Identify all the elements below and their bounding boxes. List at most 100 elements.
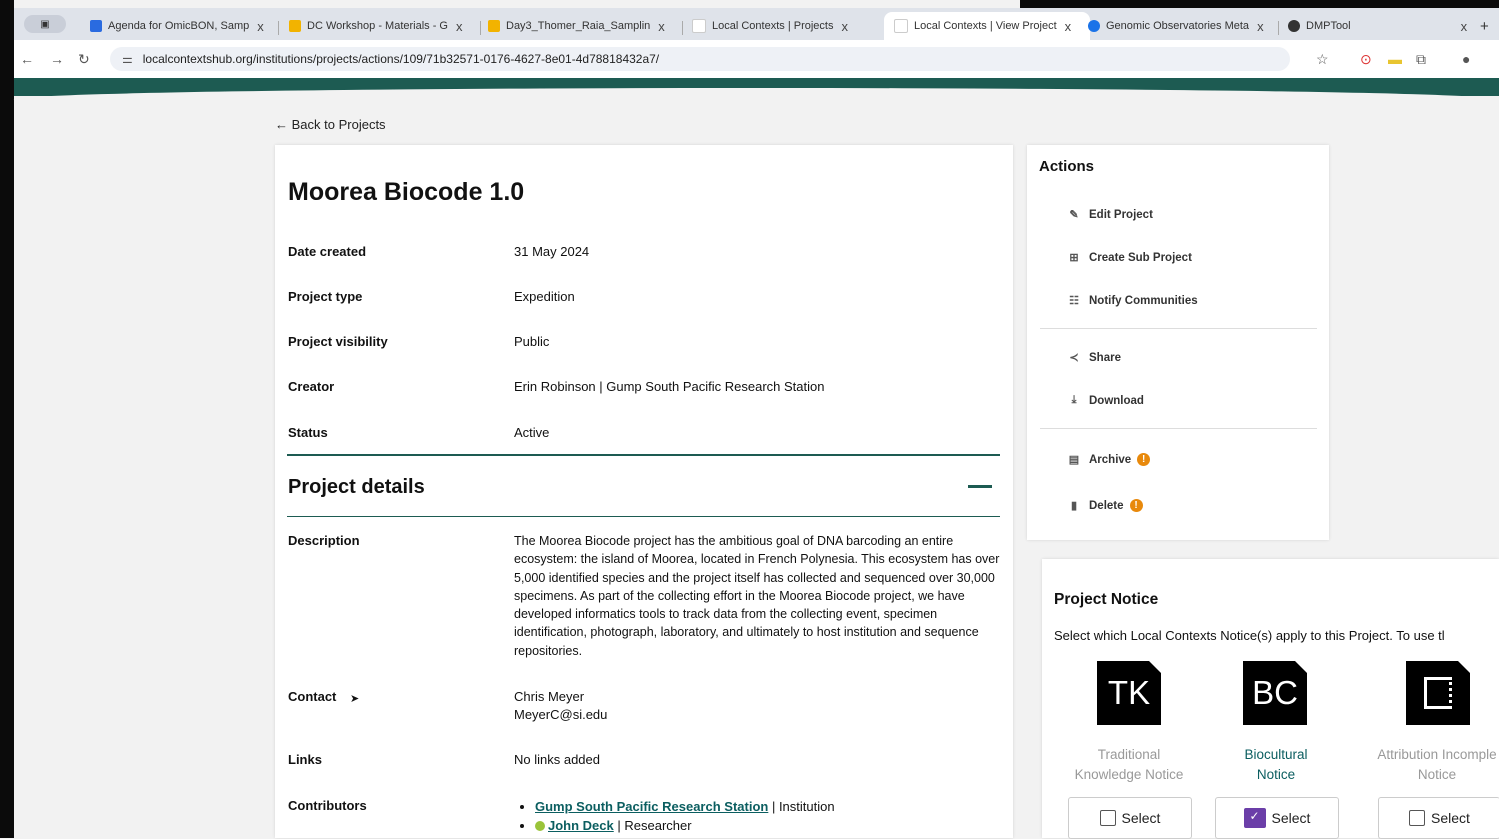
users-icon: ☷ — [1069, 295, 1079, 307]
site-info-icon[interactable]: ⚌ — [122, 52, 133, 66]
notice-subtitle: Select which Local Contexts Notice(s) ap… — [1054, 628, 1445, 643]
collapse-icon[interactable] — [968, 485, 992, 488]
screen-border — [0, 0, 14, 838]
notice-label: Traditional Knowledge Notice — [1074, 747, 1184, 782]
drive-icon — [289, 20, 301, 32]
close-icon[interactable]: x — [1257, 19, 1264, 34]
close-icon[interactable]: x — [658, 19, 665, 34]
tk-notice-icon: TK — [1097, 661, 1161, 725]
forward-arrow-icon[interactable]: → — [50, 51, 64, 67]
close-icon[interactable]: x — [257, 19, 264, 34]
notice-label: Attribution Incomple Notice — [1377, 747, 1497, 782]
contributors-list: Gump South Pacific Research Station | In… — [535, 797, 835, 835]
checkbox[interactable] — [1099, 810, 1116, 826]
field-label: Project visibility — [288, 334, 388, 349]
select-attribution-button[interactable]: Select — [1378, 797, 1499, 839]
description-label: Description — [288, 533, 360, 548]
field-value: 31 May 2024 — [514, 244, 590, 259]
project-title: Moorea Biocode 1.0 — [288, 178, 525, 206]
description-text: The Moorea Biocode project has the ambit… — [514, 534, 1000, 658]
field-label: Date created — [288, 244, 367, 259]
attribution-glyph — [1424, 677, 1452, 709]
trash-icon: ▮ — [1070, 500, 1078, 512]
select-bc-button[interactable]: ✓ Select — [1215, 797, 1339, 839]
close-icon[interactable]: x — [1461, 19, 1468, 34]
select-tk-button[interactable]: Select — [1068, 797, 1192, 839]
close-icon[interactable]: x — [456, 19, 463, 34]
slides-icon — [488, 20, 500, 32]
warning-icon: ! — [1137, 453, 1151, 466]
tab-day3[interactable]: Day3_Thomer_Raia_Samplin x — [488, 14, 678, 38]
create-sub-project-action[interactable]: ⊞ Create Sub Project — [1067, 251, 1192, 265]
checkbox-checked-icon[interactable]: ✓ — [1243, 808, 1266, 828]
tab-genomic[interactable]: Genomic Observatories Meta x — [1088, 14, 1268, 38]
screen-border-top — [1020, 0, 1499, 8]
attribution-notice-icon — [1406, 661, 1470, 725]
browser-toolbar: ← → ↻ ⚌ localcontextshub.org/institution… — [14, 40, 1499, 79]
puzzle-icon[interactable]: ⧉ — [1416, 51, 1426, 68]
edit-icon: ✎ — [1069, 209, 1079, 221]
edit-project-action[interactable]: ✎ Edit Project — [1067, 208, 1153, 222]
notify-communities-action[interactable]: ☷ Notify Communities — [1067, 294, 1198, 308]
archive-action[interactable]: ▤ Archive! — [1067, 453, 1151, 466]
project-details-heading: Project details — [288, 476, 425, 498]
reload-icon[interactable]: ↻ — [78, 51, 90, 68]
project-notice-panel: Project Notice Select which Local Contex… — [1042, 559, 1499, 839]
field-label: Project type — [288, 289, 363, 304]
back-arrow-icon: ← — [275, 117, 292, 132]
address-bar[interactable]: ⚌ localcontextshub.org/institutions/proj… — [110, 47, 1290, 71]
tab-agenda[interactable]: Agenda for OmicBON, Samp x — [90, 14, 268, 38]
contributor-link[interactable]: Gump South Pacific Research Station — [535, 799, 768, 814]
archive-icon: ▤ — [1068, 454, 1080, 466]
field-label: Status — [288, 425, 328, 440]
contributors-label: Contributors — [288, 798, 367, 813]
delete-action[interactable]: ▮ Delete! — [1067, 499, 1143, 512]
close-icon[interactable]: x — [1065, 19, 1072, 34]
tab-lc-projects[interactable]: Local Contexts | Projects x — [692, 14, 872, 38]
researcher-icon — [535, 821, 545, 831]
browser-tab-strip: ▣ Agenda for OmicBON, Samp x DC Workshop … — [14, 8, 1499, 40]
extension-icon[interactable]: ⊙ — [1360, 51, 1372, 68]
field-value: Active — [514, 425, 550, 440]
project-card: Moorea Biocode 1.0 Date created 31 May 2… — [275, 145, 1013, 838]
contributor-link[interactable]: John Deck — [548, 818, 614, 833]
links-label: Links — [288, 752, 322, 767]
download-action[interactable]: ⤓ Download — [1067, 394, 1144, 407]
docs-icon — [90, 20, 102, 32]
tab-group-button[interactable]: ▣ — [24, 15, 66, 33]
bookmark-star-icon[interactable]: ☆ — [1316, 51, 1329, 68]
field-label: Creator — [288, 379, 335, 394]
back-arrow-icon[interactable]: ← — [20, 51, 34, 67]
field-value: Public — [514, 334, 550, 349]
site-icon — [894, 19, 908, 33]
tab-lc-view-project[interactable]: Local Contexts | View Project x — [884, 12, 1090, 40]
folder-icon[interactable]: ▬ — [1388, 51, 1402, 67]
url-text: localcontextshub.org/institutions/projec… — [142, 52, 660, 66]
site-icon — [692, 19, 706, 33]
contact-name: Chris Meyer — [514, 689, 585, 704]
notice-heading: Project Notice — [1054, 591, 1159, 608]
divider — [287, 516, 1000, 517]
divider — [287, 454, 1000, 456]
new-tab-icon[interactable]: + — [1480, 14, 1498, 38]
dmptool-icon — [1288, 20, 1300, 32]
share-action[interactable]: ≺ Share — [1067, 351, 1121, 365]
back-to-projects-link[interactable]: ← Back to Projects — [275, 117, 386, 132]
bc-notice-icon: BC — [1243, 661, 1307, 725]
links-value: No links added — [514, 752, 600, 767]
subproject-icon: ⊞ — [1069, 252, 1079, 264]
field-value: Expedition — [514, 289, 575, 304]
profile-avatar[interactable]: ● — [1462, 51, 1470, 67]
checkbox[interactable] — [1409, 810, 1426, 826]
warning-icon: ! — [1129, 499, 1143, 512]
actions-panel: Actions ✎ Edit Project ⊞ Create Sub Projec… — [1027, 145, 1329, 540]
close-icon[interactable]: x — [841, 19, 848, 34]
field-value: Erin Robinson | Gump South Pacific Resea… — [514, 379, 825, 394]
tab-dc-workshop[interactable]: DC Workshop - Materials - Gx — [289, 14, 473, 38]
tab-dmptool[interactable]: DMPTool x — [1288, 14, 1478, 38]
download-icon: ⤓ — [1071, 394, 1077, 406]
share-icon: ≺ — [1069, 352, 1079, 364]
contact-email: MeyerC@si.edu — [514, 707, 608, 722]
actions-heading: Actions — [1039, 158, 1095, 175]
list-item: Gump South Pacific Research Station | In… — [535, 797, 835, 816]
